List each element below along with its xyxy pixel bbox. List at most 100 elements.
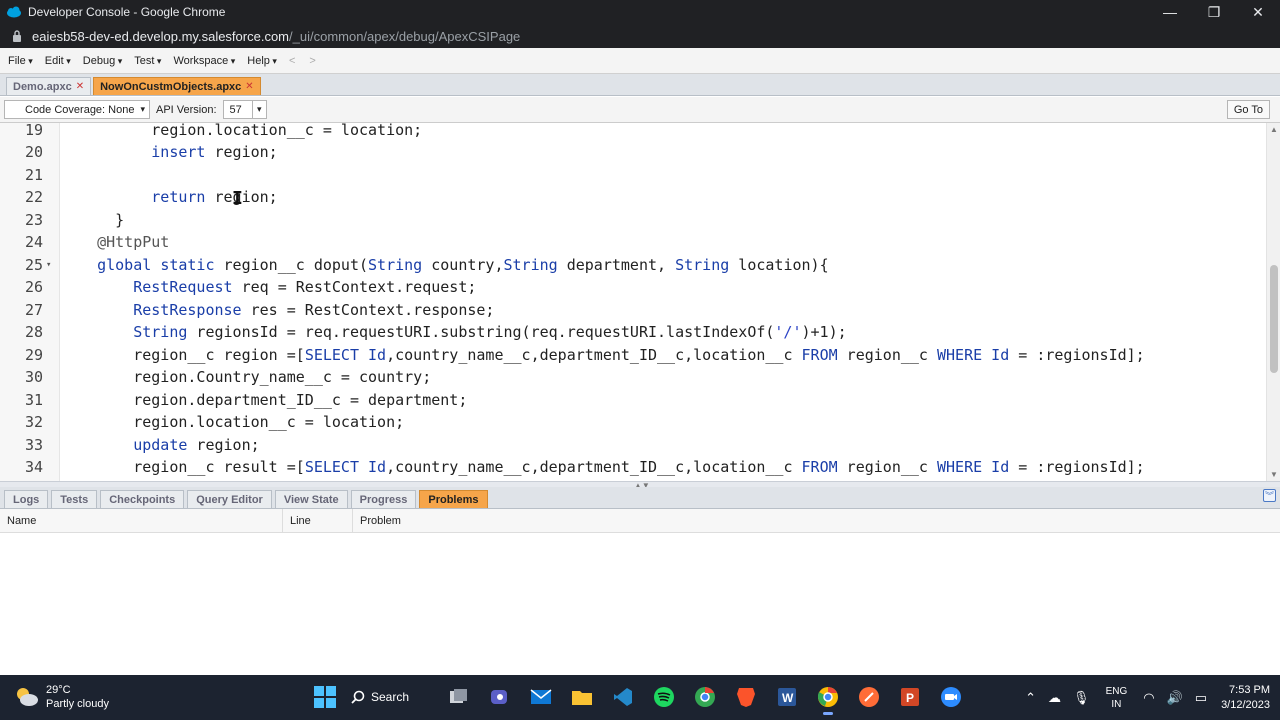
code-text[interactable]: region.location__c = location; (70, 411, 404, 434)
mail-icon[interactable] (526, 682, 556, 712)
clock-date: 3/12/2023 (1221, 698, 1270, 711)
code-coverage-select[interactable]: Code Coverage: None (4, 100, 150, 119)
battery-icon[interactable]: ▭ (1195, 690, 1207, 706)
code-line[interactable]: 30 region.Country_name__c = country; (0, 366, 1260, 389)
editor-scrollbar[interactable]: ▲ ▼ (1266, 123, 1280, 481)
file-explorer-icon[interactable] (567, 682, 597, 712)
collapse-panel-icon[interactable]: ︾ (1263, 489, 1276, 502)
code-line[interactable]: 32 region.location__c = location; (0, 411, 1260, 434)
code-text[interactable]: region.location__c = location; (70, 123, 422, 141)
vscode-icon[interactable] (608, 682, 638, 712)
code-text[interactable]: RestRequest req = RestContext.request; (70, 276, 476, 299)
zoom-icon[interactable] (936, 682, 966, 712)
chevron-down-icon[interactable]: ▾ (251, 101, 266, 118)
menu-edit[interactable]: Edit (45, 55, 71, 67)
powerpoint-icon[interactable]: P (895, 682, 925, 712)
line-number: 25 (24, 255, 43, 274)
code-line[interactable]: 23 } (0, 209, 1260, 232)
code-line[interactable]: 25 ▾ global static region__c doput(String… (0, 254, 1260, 277)
column-problem[interactable]: Problem (353, 509, 1280, 532)
code-line[interactable]: 28 String regionsId = req.requestURI.sub… (0, 321, 1260, 344)
code-line[interactable]: 34 region__c result =[SELECT Id,country_… (0, 456, 1260, 479)
code-line[interactable]: 29 region__c region =[SELECT Id,country_… (0, 344, 1260, 367)
task-view-icon[interactable] (444, 682, 474, 712)
tab-progress[interactable]: Progress (350, 490, 417, 508)
tab-logs[interactable]: Logs (4, 490, 49, 508)
cloud-icon[interactable]: ☁ (1048, 690, 1061, 706)
column-name[interactable]: Name (0, 509, 283, 532)
code-text[interactable]: region__c result =[SELECT Id,country_nam… (70, 456, 1145, 479)
microphone-icon[interactable]: 🎙 (1073, 690, 1090, 706)
close-window-button[interactable]: ✕ (1236, 0, 1280, 24)
code-text[interactable]: RestResponse res = RestContext.response; (70, 299, 494, 322)
brave-icon[interactable] (731, 682, 761, 712)
teams-icon[interactable] (485, 682, 515, 712)
code-text[interactable]: return region; (70, 186, 277, 209)
code-text[interactable]: @HttpPut (70, 231, 169, 254)
scroll-down-icon[interactable]: ▼ (1270, 470, 1278, 479)
url-path[interactable]: /_ui/common/apex/debug/ApexCSIPage (289, 29, 520, 44)
scrollbar-thumb[interactable] (1270, 265, 1278, 373)
fold-arrow-icon[interactable]: ▾ (46, 254, 51, 277)
code-text[interactable]: String regionsId = req.requestURI.substr… (70, 321, 846, 344)
tab-tests[interactable]: Tests (51, 490, 98, 508)
minimize-button[interactable]: — (1148, 0, 1192, 24)
address-bar[interactable]: eaiesb58-dev-ed.develop.my.salesforce.co… (0, 24, 1280, 48)
weather-widget[interactable]: 29°C Partly cloudy (14, 683, 109, 711)
nav-back-icon[interactable]: < (289, 55, 295, 67)
taskbar-search[interactable]: Search (351, 682, 433, 712)
code-line[interactable]: 24 @HttpPut (0, 231, 1260, 254)
windows-start-icon[interactable] (310, 682, 340, 712)
code-text[interactable]: update region; (70, 434, 259, 457)
word-icon[interactable]: W (772, 682, 802, 712)
tab-query-editor[interactable]: Query Editor (187, 490, 272, 508)
tab-checkpoints[interactable]: Checkpoints (100, 490, 185, 508)
wifi-icon[interactable]: ◠ (1143, 690, 1154, 706)
code-editor[interactable]: 19 region.location__c = location; 20 inse… (0, 123, 1280, 481)
column-line[interactable]: Line (283, 509, 353, 532)
volume-icon[interactable]: 🔊 (1167, 690, 1183, 706)
tab-view-state[interactable]: View State (274, 490, 348, 508)
api-version-select[interactable]: 57 ▾ (222, 100, 267, 119)
file-tab-demo[interactable]: Demo.apxc ✕ (6, 77, 92, 95)
code-text[interactable]: global static region__c doput(String cou… (70, 254, 829, 277)
line-number: 32 (24, 413, 43, 431)
menu-test[interactable]: Test (134, 55, 161, 67)
code-line[interactable]: 22 return region; (0, 186, 1260, 209)
code-line[interactable]: 20 insert region; (0, 141, 1260, 164)
file-tabs: Demo.apxc ✕ NowOnCustmObjects.apxc ✕ (0, 74, 1280, 96)
nav-forward-icon[interactable]: > (309, 55, 315, 67)
code-line[interactable]: 33 update region; (0, 434, 1260, 457)
menu-file[interactable]: File (8, 55, 33, 67)
line-number: 30 (24, 368, 43, 386)
code-line[interactable]: 19 region.location__c = location; (0, 123, 1260, 141)
code-text[interactable]: region.Country_name__c = country; (70, 366, 431, 389)
close-tab-icon[interactable]: ✕ (76, 81, 84, 92)
url-host[interactable]: eaiesb58-dev-ed.develop.my.salesforce.co… (32, 29, 289, 44)
code-line[interactable]: 31 region.department_ID__c = department; (0, 389, 1260, 412)
scroll-up-icon[interactable]: ▲ (1270, 125, 1278, 134)
menu-help[interactable]: Help (247, 55, 277, 67)
chevron-up-icon[interactable]: ⌃ (1025, 690, 1036, 706)
code-text[interactable]: } (70, 209, 124, 232)
code-text[interactable]: region__c region =[SELECT Id,country_nam… (70, 344, 1145, 367)
code-text[interactable]: insert region; (70, 141, 277, 164)
code-text[interactable]: region.department_ID__c = department; (70, 389, 467, 412)
maximize-button[interactable]: ❐ (1192, 0, 1236, 24)
goto-button[interactable]: Go To (1226, 100, 1270, 119)
window-titlebar: Developer Console - Google Chrome — ❐ ✕ (0, 0, 1280, 24)
taskbar-clock[interactable]: 7:53 PM 3/12/2023 (1221, 683, 1270, 713)
chrome-profile-icon[interactable] (690, 682, 720, 712)
file-tab-nowoncustmobjects[interactable]: NowOnCustmObjects.apxc ✕ (93, 77, 261, 95)
chrome-icon[interactable] (813, 682, 843, 715)
close-tab-icon[interactable]: ✕ (245, 81, 253, 92)
menu-workspace[interactable]: Workspace (173, 55, 235, 67)
code-line[interactable]: 27 RestResponse res = RestContext.respon… (0, 299, 1260, 322)
language-indicator[interactable]: ENG IN (1106, 685, 1128, 711)
tab-problems[interactable]: Problems (419, 490, 488, 508)
postman-icon[interactable] (854, 682, 884, 712)
spotify-icon[interactable] (649, 682, 679, 712)
code-line[interactable]: 26 RestRequest req = RestContext.request… (0, 276, 1260, 299)
code-line[interactable]: 21 (0, 164, 1260, 187)
menu-debug[interactable]: Debug (83, 55, 122, 67)
